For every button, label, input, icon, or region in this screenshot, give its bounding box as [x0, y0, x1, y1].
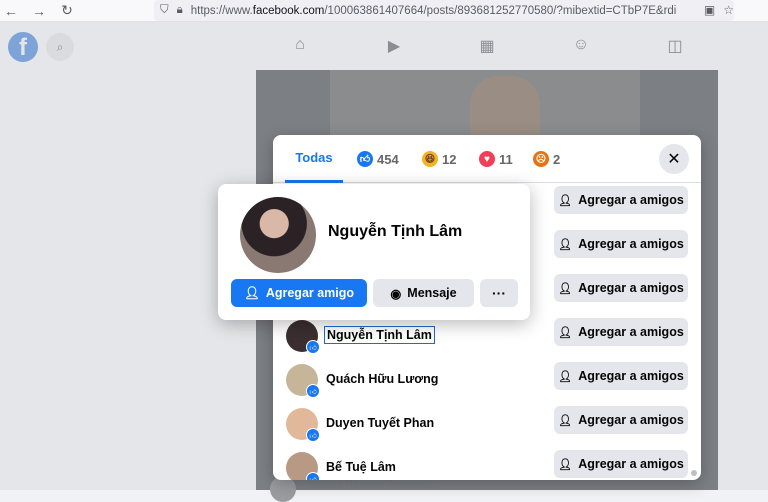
add-friend-label: Agregar amigo: [265, 286, 355, 300]
add-person-icon: 👤︎: [243, 285, 260, 300]
haha-reaction-icon: 😆︎: [422, 151, 438, 167]
reactor-name[interactable]: Quách Hữu Lương: [326, 372, 438, 386]
gaming-icon[interactable]: ◫: [664, 36, 686, 56]
add-friend-label: Agregar a amigos: [578, 193, 684, 207]
reactor-name[interactable]: Bế Tuệ Lâm: [326, 460, 396, 474]
add-friend-button[interactable]: 👤︎ Agregar amigo: [231, 279, 367, 307]
add-friend-button[interactable]: 👤︎ Agregar a amigos: [554, 274, 688, 302]
forward-icon[interactable]: →: [28, 0, 50, 22]
reactor-name[interactable]: Duyen Tuyết Phan: [326, 416, 434, 430]
browser-toolbar: ← → ↻ ⛉ 🔒︎ https://www. facebook.com/1000…: [0, 0, 768, 22]
reactor-name[interactable]: Nguyễn Tịnh Lâm: [324, 326, 435, 344]
message-button[interactable]: ◉ Mensaje: [373, 279, 474, 307]
profile-hovercard: Nguyễn Tịnh Lâm 👤︎ Agregar amigo ◉ Mensa…: [218, 184, 530, 320]
add-person-icon: 👤︎: [558, 414, 573, 427]
tab-like-count: 454: [377, 151, 399, 167]
close-icon[interactable]: ✕: [659, 144, 689, 174]
angry-reaction-icon: ☹: [533, 151, 549, 167]
tab-love-count: 11: [499, 151, 513, 167]
add-person-icon: 👤︎: [558, 458, 573, 471]
list-item: 👍︎ Quách Hữu Lương 👤︎ Agregar a amigos: [273, 358, 701, 402]
like-badge-icon: 👍︎: [306, 428, 320, 442]
tab-love[interactable]: ♥ 11: [479, 135, 513, 183]
add-friend-label: Agregar a amigos: [578, 413, 684, 427]
tab-haha-count: 12: [442, 151, 457, 167]
tab-all[interactable]: Todas: [285, 135, 343, 183]
bookmark-star-icon[interactable]: ☆: [723, 3, 734, 17]
home-icon[interactable]: ⌂: [289, 36, 311, 56]
like-badge-icon: 👍︎: [306, 384, 320, 398]
facebook-logo-icon[interactable]: f: [8, 32, 38, 62]
add-friend-label: Agregar a amigos: [578, 325, 684, 339]
add-friend-button[interactable]: 👤︎ Agregar a amigos: [554, 186, 688, 214]
add-person-icon: 👤︎: [558, 238, 573, 251]
lock-icon: 🔒︎: [176, 4, 183, 16]
add-friend-label: Agregar a amigos: [578, 369, 684, 383]
add-friend-label: Agregar a amigos: [578, 281, 684, 295]
reaction-tabs: Todas 👍︎ 454 😆︎ 12 ♥ 11 ☹ 2 ✕: [273, 135, 701, 183]
search-icon[interactable]: ⌕: [46, 33, 74, 61]
love-reaction-icon: ♥: [479, 151, 495, 167]
add-friend-button[interactable]: 👤︎ Agregar a amigos: [554, 450, 688, 478]
more-icon: ···: [492, 285, 506, 301]
tab-all-label: Todas: [295, 150, 333, 165]
facebook-header: f ⌕ ⌂ ▶ ▦ ☺ ◫: [0, 22, 768, 70]
address-bar[interactable]: ⛉ 🔒︎ https://www. facebook.com/1000638614…: [154, 0, 734, 21]
scrollbar-thumb[interactable]: [691, 470, 697, 476]
add-person-icon: 👤︎: [558, 326, 573, 339]
list-item: 👍︎ Duyen Tuyết Phan 👤︎ Agregar a amigos: [273, 402, 701, 446]
url-domain: facebook.com: [252, 4, 325, 17]
like-badge-icon: 👍︎: [306, 340, 320, 354]
add-friend-button[interactable]: 👤︎ Agregar a amigos: [554, 230, 688, 258]
add-friend-label: Agregar a amigos: [578, 237, 684, 251]
messenger-icon: ◉: [390, 286, 402, 301]
reload-icon[interactable]: ↻: [56, 0, 78, 22]
video-icon[interactable]: ▶: [383, 36, 405, 56]
message-label: Mensaje: [407, 286, 457, 300]
add-friend-label: Agregar a amigos: [578, 457, 684, 471]
add-person-icon: 👤︎: [558, 194, 573, 207]
tab-angry[interactable]: ☹ 2: [533, 135, 560, 183]
list-item: 👍︎ Bế Tuệ Lâm 👤︎ Agregar a amigos: [273, 446, 701, 480]
shield-icon: ⛉: [160, 4, 169, 16]
back-icon[interactable]: ←: [0, 0, 22, 22]
groups-icon[interactable]: ☺: [570, 36, 592, 56]
add-friend-button[interactable]: 👤︎ Agregar a amigos: [554, 318, 688, 346]
more-options-button[interactable]: ···: [480, 279, 518, 307]
background-commenter-name: Natalia Romero Resendiz: [308, 479, 434, 491]
add-friend-button[interactable]: 👤︎ Agregar a amigos: [554, 362, 688, 390]
reader-view-icon[interactable]: ▣: [704, 3, 715, 17]
tab-haha[interactable]: 😆︎ 12: [422, 135, 456, 183]
add-person-icon: 👤︎: [558, 370, 573, 383]
add-friend-button[interactable]: 👤︎ Agregar a amigos: [554, 406, 688, 434]
tab-like[interactable]: 👍︎ 454: [357, 135, 399, 183]
page-background-right: [718, 70, 768, 490]
url-path: /100063861407664/posts/893681252770580/?…: [324, 4, 677, 17]
hovercard-avatar[interactable]: [240, 197, 316, 273]
hovercard-name[interactable]: Nguyễn Tịnh Lâm: [328, 223, 462, 241]
tab-angry-count: 2: [553, 151, 561, 167]
marketplace-icon[interactable]: ▦: [476, 36, 498, 56]
url-prefix: https://www.: [190, 4, 253, 17]
like-reaction-icon: 👍︎: [357, 151, 373, 167]
add-person-icon: 👤︎: [558, 282, 573, 295]
like-badge-icon: 👍︎: [306, 472, 320, 480]
list-item: 👍︎ Nguyễn Tịnh Lâm 👤︎ Agregar a amigos: [273, 314, 701, 358]
